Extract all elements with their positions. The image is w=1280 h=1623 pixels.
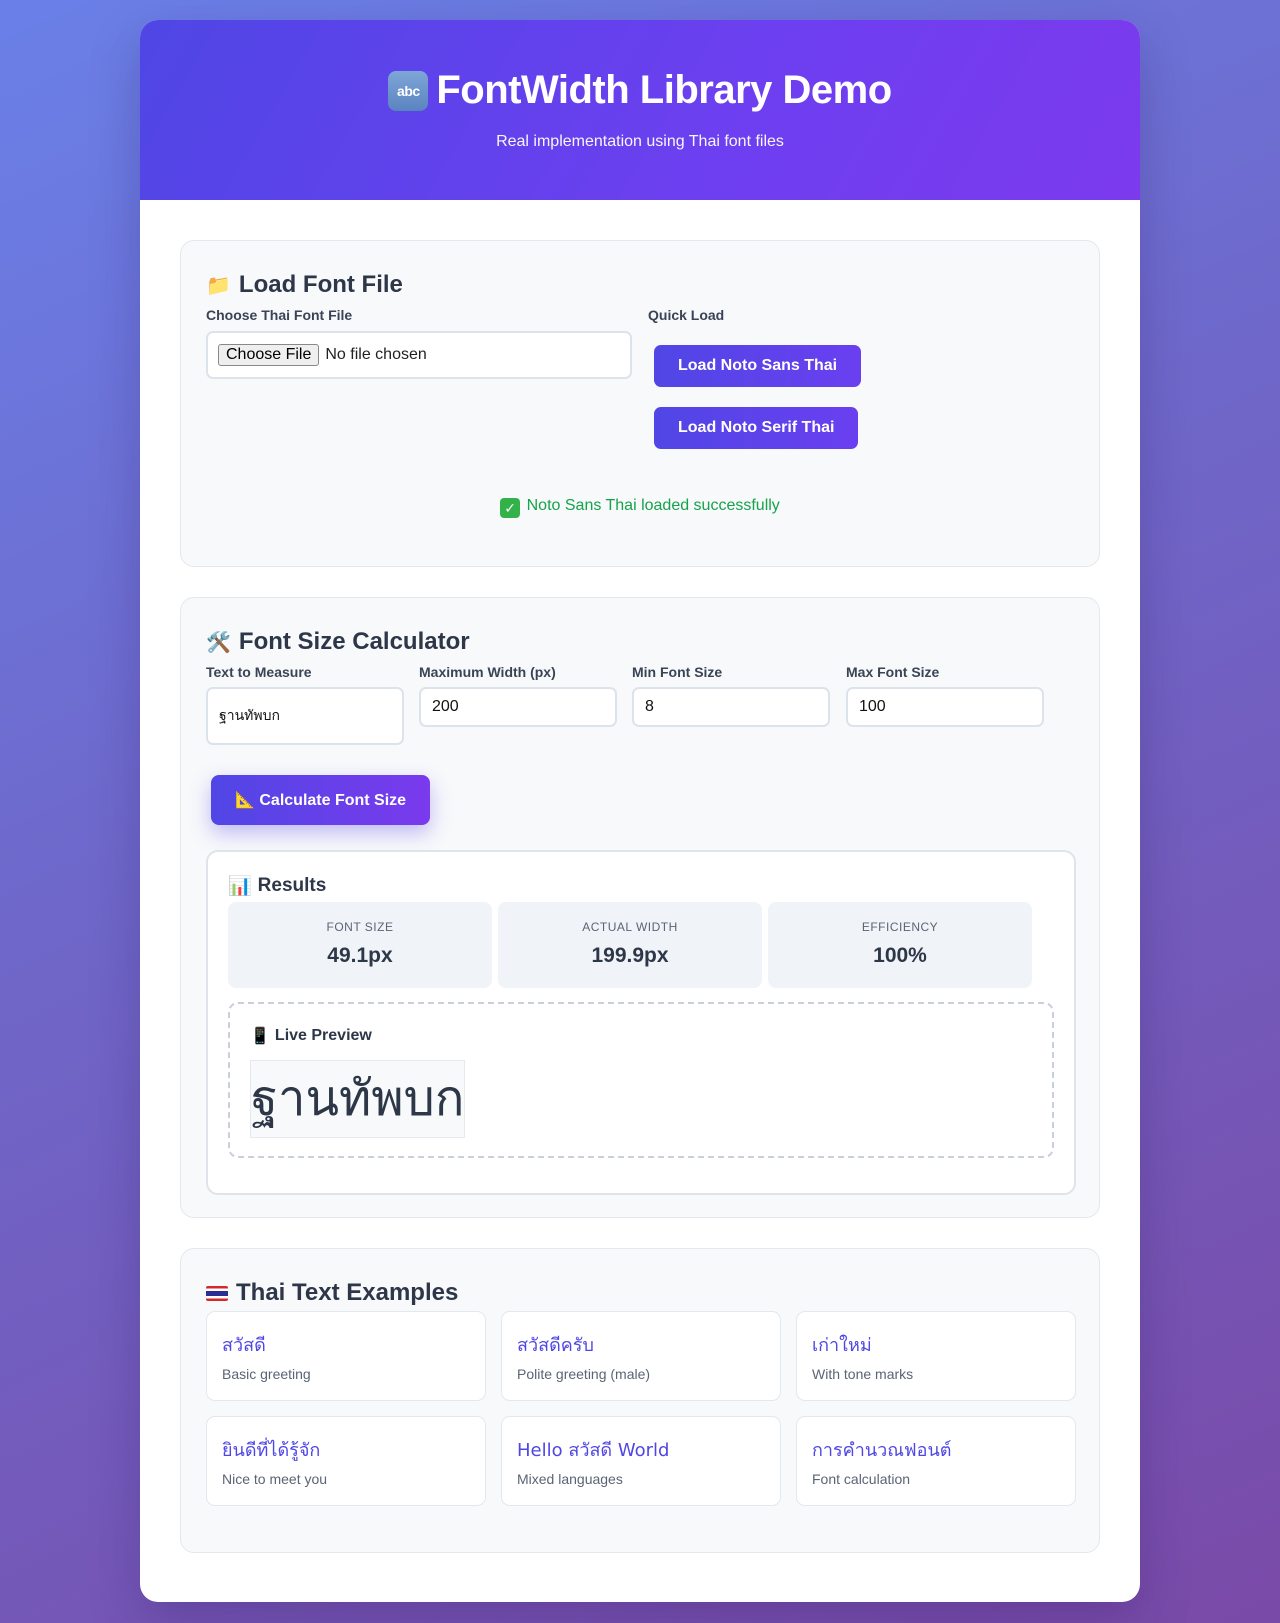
stat-value: 100% (873, 944, 927, 967)
font-file-label: Choose Thai Font File (206, 307, 353, 323)
load-status: ✓ Noto Sans Thai loaded successfully (181, 497, 1099, 518)
example-desc: Polite greeting (male) (517, 1366, 651, 1382)
load-status-text: Noto Sans Thai loaded successfully (526, 497, 780, 514)
chart-icon: 📊 (228, 876, 252, 897)
examples-section: Thai Text Examples สวัสดี Basic greeting… (180, 1248, 1100, 1553)
stat-font-size: Font Size 49.1px (228, 902, 492, 988)
example-text: สวัสดีครับ (517, 1335, 594, 1356)
quick-load-label: Quick Load (648, 307, 725, 323)
file-status-text: No file chosen (325, 346, 427, 363)
examples-title: Thai Text Examples (236, 1279, 459, 1306)
demo-card: abc FontWidth Library Demo Real implemen… (140, 20, 1140, 1602)
font-file-input[interactable]: Choose File No file chosen (206, 331, 632, 379)
preview-text: ฐานทัพบก (250, 1060, 466, 1138)
example-card[interactable]: Hello สวัสดี World Mixed languages (501, 1416, 781, 1506)
example-card[interactable]: เก่าใหม่ With tone marks (796, 1311, 1076, 1401)
max-width-label: Maximum Width (px) (419, 664, 556, 680)
calculate-font-size-button[interactable]: 📐 Calculate Font Size (211, 775, 431, 825)
phone-icon: 📱 (250, 1028, 270, 1045)
page-header: abc FontWidth Library Demo Real implemen… (140, 20, 1140, 200)
thai-flag-icon (206, 1285, 228, 1301)
load-font-section: 📁 Load Font File Choose Thai Font File C… (180, 240, 1100, 567)
min-font-size-input[interactable]: 8 (632, 687, 830, 727)
stat-efficiency: Efficiency 100% (768, 902, 1032, 988)
example-text: สวัสดี (222, 1335, 266, 1356)
tools-icon: 🛠️ (206, 631, 231, 654)
example-desc: With tone marks (812, 1366, 914, 1382)
load-font-title: Load Font File (238, 271, 403, 298)
ruler-icon: 📐 (235, 792, 255, 809)
example-card[interactable]: สวัสดี Basic greeting (206, 1311, 486, 1401)
stat-label: Font Size (326, 920, 394, 934)
example-desc: Mixed languages (517, 1471, 623, 1487)
stat-value: 199.9px (591, 944, 669, 967)
results-panel: 📊 Results Font Size 49.1px Actual Width … (206, 850, 1076, 1195)
calculator-heading: 🛠️ Font Size Calculator (206, 628, 470, 656)
stat-value: 49.1px (327, 944, 393, 967)
check-icon: ✓ (500, 498, 521, 518)
folder-icon: 📁 (206, 274, 231, 297)
page-subtitle: Real implementation using Thai font file… (496, 133, 784, 150)
example-text: ยินดีที่ได้รู้จัก (222, 1440, 321, 1461)
results-heading: 📊 Results (228, 874, 326, 898)
example-card[interactable]: สวัสดีครับ Polite greeting (male) (501, 1311, 781, 1401)
load-noto-serif-button[interactable]: Load Noto Serif Thai (654, 407, 859, 449)
live-preview-title: Live Preview (274, 1027, 372, 1044)
example-card[interactable]: ยินดีที่ได้รู้จัก Nice to meet you (206, 1416, 486, 1506)
text-to-measure-input[interactable]: ฐานทัพบก (206, 687, 404, 745)
example-desc: Nice to meet you (222, 1471, 328, 1487)
max-font-size-input[interactable]: 100 (846, 687, 1044, 727)
stat-label: Efficiency (861, 920, 939, 934)
example-text: การคำนวณฟอนต์ (812, 1440, 952, 1461)
min-font-size-label: Min Font Size (632, 664, 723, 680)
stat-actual-width: Actual Width 199.9px (498, 902, 762, 988)
calculate-button-label: Calculate Font Size (259, 792, 407, 809)
page-title-text: FontWidth Library Demo (436, 68, 892, 112)
results-title: Results (257, 875, 327, 896)
example-text: Hello สวัสดี World (517, 1440, 670, 1461)
live-preview: 📱 Live Preview ฐานทัพบก (228, 1002, 1054, 1158)
example-card[interactable]: การคำนวณฟอนต์ Font calculation (796, 1416, 1076, 1506)
load-noto-sans-button[interactable]: Load Noto Sans Thai (654, 345, 862, 387)
live-preview-heading: 📱 Live Preview (250, 1026, 372, 1046)
page-title: abc FontWidth Library Demo (140, 68, 1140, 113)
abc-icon: abc (388, 70, 429, 111)
choose-file-button[interactable]: Choose File (218, 344, 320, 366)
stat-label: Actual Width (582, 920, 678, 934)
calculator-section: 🛠️ Font Size Calculator Text to Measure … (180, 597, 1100, 1218)
example-desc: Font calculation (812, 1471, 911, 1487)
max-width-input[interactable]: 200 (419, 687, 617, 727)
text-to-measure-label: Text to Measure (206, 664, 312, 680)
example-desc: Basic greeting (222, 1366, 311, 1382)
max-font-size-label: Max Font Size (846, 664, 940, 680)
examples-heading: Thai Text Examples (206, 1279, 458, 1307)
calculator-title: Font Size Calculator (238, 628, 470, 655)
example-text: เก่าใหม่ (812, 1335, 872, 1356)
load-font-heading: 📁 Load Font File (206, 271, 403, 299)
